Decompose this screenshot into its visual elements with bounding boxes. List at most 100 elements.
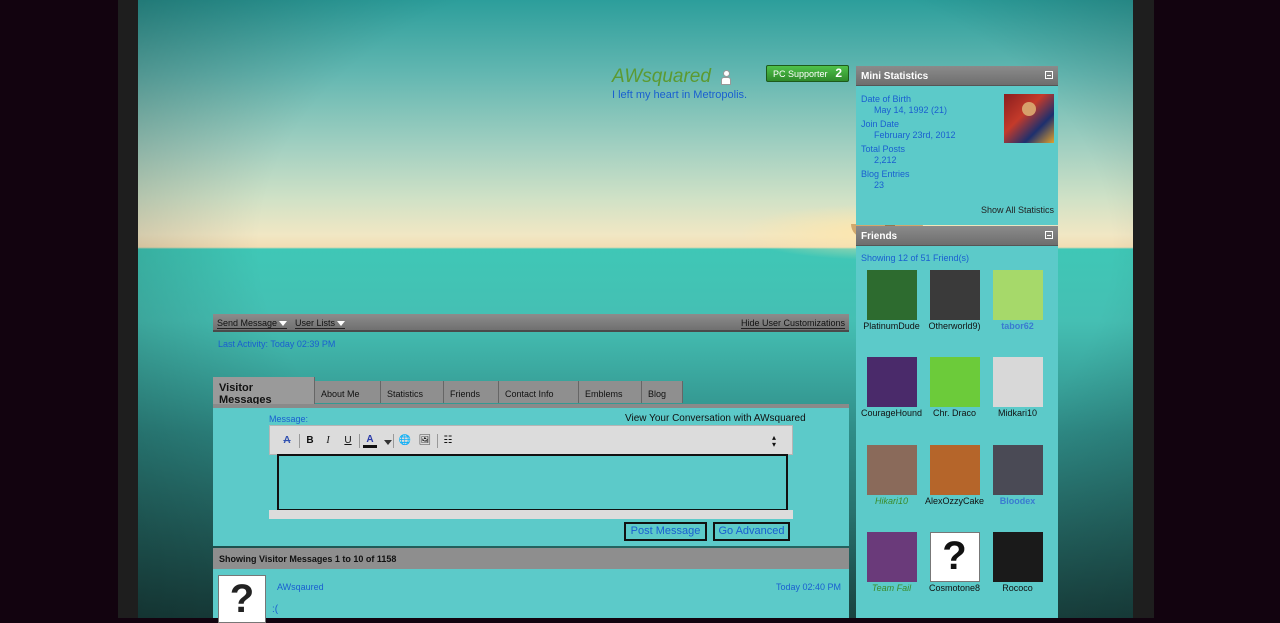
stat-value-join: February 23rd, 2012: [874, 130, 956, 140]
message-textarea[interactable]: [277, 454, 788, 511]
friend-name[interactable]: CourageHound: [860, 408, 923, 418]
friend-avatar[interactable]: [929, 270, 980, 320]
toolbar-separator: [393, 434, 394, 448]
supporter-badge[interactable]: PC Supporter 2: [766, 65, 849, 82]
stat-label-posts: Total Posts: [861, 144, 906, 154]
friend-avatar[interactable]: [866, 532, 917, 582]
profile-username: AWsquared: [612, 66, 711, 87]
view-conversation-link[interactable]: View Your Conversation with AWsquared: [625, 413, 806, 424]
tab-emblems[interactable]: Emblems: [579, 381, 642, 403]
profile-avatar[interactable]: [1004, 94, 1054, 143]
friend-item[interactable]: Chr. Draco: [923, 357, 986, 418]
friend-name[interactable]: Chr. Draco: [923, 408, 986, 418]
tab-blog[interactable]: Blog: [642, 381, 683, 403]
send-message-label: Send Message: [217, 318, 278, 328]
message-author[interactable]: AWsqaured: [277, 582, 324, 592]
message-timestamp[interactable]: Today 02:40 PM: [776, 582, 841, 592]
italic-icon[interactable]: I: [321, 434, 335, 448]
friend-item[interactable]: Otherworld9): [923, 270, 986, 331]
tab-statistics[interactable]: Statistics: [381, 381, 444, 403]
friends-title: Friends: [861, 231, 898, 242]
collapse-icon[interactable]: [1045, 71, 1053, 79]
friend-avatar[interactable]: [929, 445, 980, 495]
friend-name[interactable]: Otherworld9): [923, 321, 986, 331]
friend-name[interactable]: Bloodex: [986, 496, 1049, 506]
toolbar-separator: [299, 434, 300, 448]
tab-contact-info[interactable]: Contact Info: [499, 381, 579, 403]
friend-item[interactable]: Rococo: [986, 532, 1049, 593]
stat-value-posts: 2,212: [874, 155, 897, 165]
underline-icon[interactable]: U: [341, 434, 355, 448]
toolbar-separator: [437, 434, 438, 448]
mini-statistics-header: Mini Statistics: [856, 66, 1058, 86]
supporter-badge-count: 2: [835, 66, 842, 80]
friends-count: Showing 12 of 51 Friend(s): [861, 253, 970, 263]
friend-item[interactable]: Hikari10: [860, 445, 923, 506]
link-icon[interactable]: 🌐: [398, 434, 412, 448]
friend-item[interactable]: CourageHound: [860, 357, 923, 418]
tab-friends[interactable]: Friends: [444, 381, 499, 403]
friend-avatar[interactable]: [929, 357, 980, 407]
profile-user-title: I left my heart in Metropolis.: [612, 89, 748, 101]
friend-avatar[interactable]: [992, 445, 1043, 495]
visitor-message-list: [213, 569, 849, 618]
collapse-icon[interactable]: [1045, 231, 1053, 239]
friend-item[interactable]: Team Fail: [860, 532, 923, 593]
friend-item[interactable]: ? Cosmotone8: [923, 532, 986, 593]
toolbar-separator: [359, 434, 360, 448]
friend-name[interactable]: tabor62: [986, 321, 1049, 331]
user-lists-label: User Lists: [295, 318, 336, 328]
go-advanced-button[interactable]: Go Advanced: [713, 522, 790, 541]
profile-tabs: Visitor Messages About Me Statistics Fri…: [213, 377, 849, 407]
stat-label-blog: Blog Entries: [861, 169, 910, 179]
mini-statistics-title: Mini Statistics: [861, 71, 929, 82]
friend-avatar[interactable]: [866, 357, 917, 407]
tab-about-me[interactable]: About Me: [315, 381, 381, 403]
bold-icon[interactable]: B: [303, 434, 317, 448]
friend-name[interactable]: PlatinumDude: [860, 321, 923, 331]
stat-value-blog: 23: [874, 180, 885, 190]
visitor-messages-header: Showing Visitor Messages 1 to 10 of 1158: [213, 548, 849, 569]
editor-toolbar: A B I U A 🌐 🖼 ☷ ▴ ▾: [269, 425, 793, 455]
friend-avatar[interactable]: ?: [929, 532, 980, 582]
friend-avatar[interactable]: [866, 270, 917, 320]
remove-format-icon[interactable]: A: [280, 434, 294, 448]
friend-avatar[interactable]: [866, 445, 917, 495]
chevron-down-icon[interactable]: [384, 440, 392, 445]
quote-icon[interactable]: ☷: [441, 434, 455, 448]
chevron-down-icon: [279, 321, 288, 327]
font-color-icon[interactable]: A: [363, 434, 377, 448]
friend-item[interactable]: Midkari10: [986, 357, 1049, 418]
friends-header: Friends: [856, 226, 1058, 246]
friend-name[interactable]: Hikari10: [860, 496, 923, 506]
send-message-menu[interactable]: Send Message: [217, 318, 288, 329]
chevron-down-icon: [337, 321, 346, 327]
friend-avatar[interactable]: [992, 357, 1043, 407]
friend-avatar[interactable]: [992, 270, 1043, 320]
friend-name[interactable]: Midkari10: [986, 408, 1049, 418]
friend-item[interactable]: PlatinumDude: [860, 270, 923, 331]
stat-label-join: Join Date: [861, 119, 900, 129]
friend-avatar[interactable]: [992, 532, 1043, 582]
friend-name[interactable]: Team Fail: [860, 583, 923, 593]
friend-item[interactable]: AlexOzzyCake: [923, 445, 986, 506]
friend-name[interactable]: AlexOzzyCake: [923, 496, 986, 506]
friend-item[interactable]: Bloodex: [986, 445, 1049, 506]
online-status-icon: [720, 70, 731, 85]
user-lists-menu[interactable]: User Lists: [295, 318, 346, 329]
friend-name[interactable]: Cosmotone8: [923, 583, 986, 593]
friend-name[interactable]: Rococo: [986, 583, 1049, 593]
message-author-avatar[interactable]: ?: [218, 575, 266, 623]
mini-statistics-panel: Date of Birth May 14, 1992 (21) Join Dat…: [856, 86, 1058, 200]
image-icon[interactable]: 🖼: [418, 434, 432, 448]
friend-item[interactable]: tabor62: [986, 270, 1049, 331]
supporter-badge-label: PC Supporter: [773, 68, 828, 79]
resize-toggle-icon[interactable]: ▴ ▾: [767, 434, 781, 449]
friends-panel: Showing 12 of 51 Friend(s) PlatinumDude O…: [856, 246, 1058, 618]
show-all-statistics-link[interactable]: Show All Statistics: [981, 205, 1054, 215]
post-message-button[interactable]: Post Message: [624, 522, 707, 541]
tab-visitor-messages[interactable]: Visitor Messages: [213, 377, 315, 406]
stat-value-birth: May 14, 1992 (21): [874, 105, 948, 115]
profile-action-bar: Send Message User Lists Hide User Custom…: [213, 314, 849, 332]
hide-customizations-link[interactable]: Hide User Customizations: [740, 318, 845, 329]
